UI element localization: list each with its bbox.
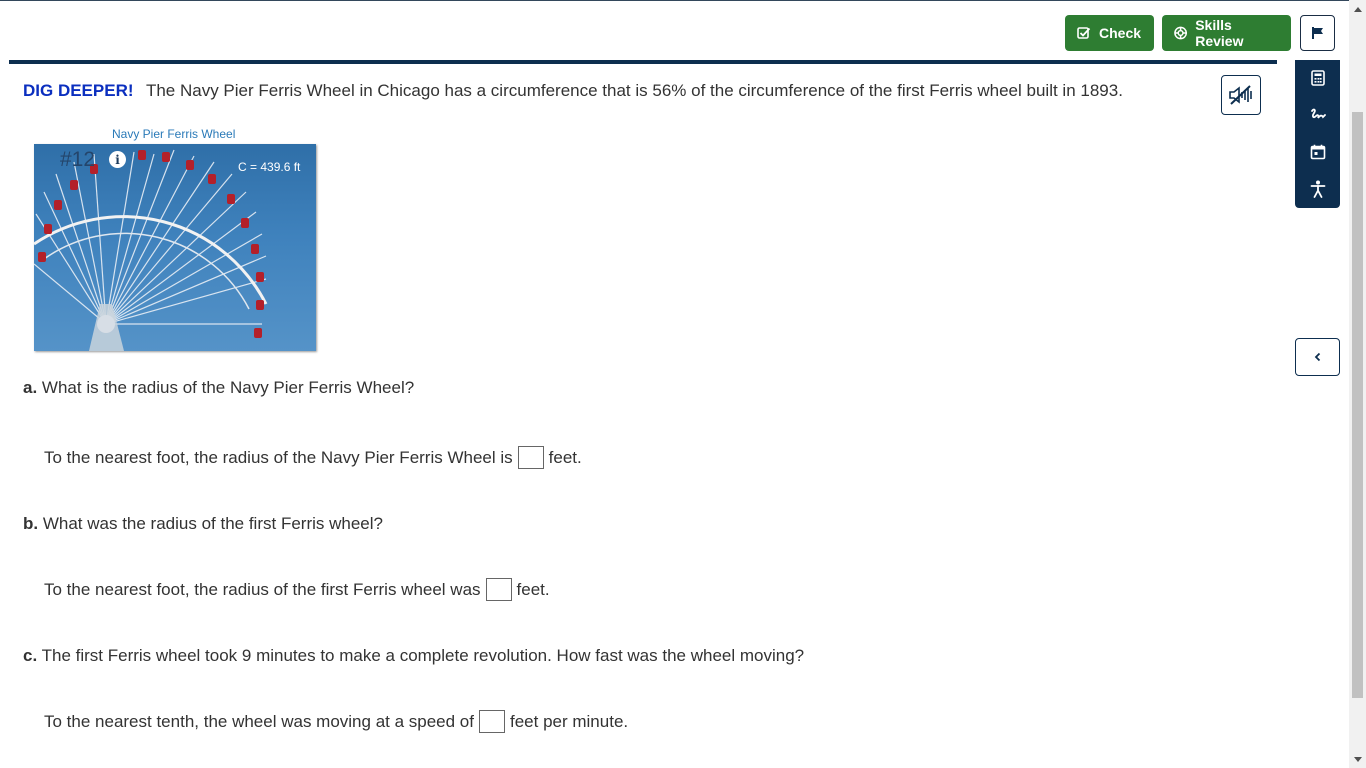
- answer-c-suffix: feet per minute.: [510, 711, 629, 731]
- top-border: [0, 0, 1366, 1]
- scribble-icon: [1310, 108, 1326, 119]
- question-c-letter: c.: [23, 646, 38, 665]
- check-button[interactable]: Check: [1065, 15, 1154, 51]
- skills-review-button[interactable]: Skills Review: [1162, 15, 1291, 51]
- triangle-up-icon: [1353, 6, 1362, 12]
- answer-b-row: To the nearest foot, the radius of the f…: [44, 578, 550, 601]
- accessibility-icon: [1310, 180, 1325, 198]
- dig-deeper-tag: DIG DEEPER!: [23, 81, 134, 100]
- skills-review-label: Skills Review: [1195, 17, 1244, 49]
- question-a-text: What is the radius of the Navy Pier Ferr…: [41, 378, 415, 397]
- answer-c-prefix: To the nearest tenth, the wheel was movi…: [44, 711, 474, 731]
- figure-caption: Navy Pier Ferris Wheel: [112, 127, 236, 141]
- audio-off-icon: [1229, 85, 1252, 105]
- info-icon[interactable]: i: [109, 151, 126, 168]
- question-c-text: The first Ferris wheel took 9 minutes to…: [41, 646, 805, 665]
- scrollbar-thumb[interactable]: [1352, 112, 1363, 698]
- question-b: b. What was the radius of the first Ferr…: [23, 514, 383, 534]
- answer-b-suffix: feet.: [516, 579, 550, 599]
- question-a: a. What is the radius of the Navy Pier F…: [23, 378, 414, 398]
- question-b-text: What was the radius of the first Ferris …: [42, 514, 383, 533]
- flag-icon: [1311, 27, 1323, 39]
- question-b-letter: b.: [23, 514, 39, 533]
- answer-a-row: To the nearest foot, the radius of the N…: [44, 446, 582, 469]
- collapse-panel-button[interactable]: [1295, 338, 1340, 376]
- answer-c-input[interactable]: [479, 710, 505, 733]
- answer-c-row: To the nearest tenth, the wheel was movi…: [44, 710, 628, 733]
- tool-rail: [1295, 60, 1340, 208]
- scribble-button[interactable]: [1295, 100, 1340, 130]
- triangle-down-icon: [1353, 756, 1362, 762]
- ferris-wheel-illustration: [34, 149, 268, 351]
- question-a-letter: a.: [23, 378, 38, 397]
- answer-a-input[interactable]: [517, 446, 544, 469]
- flag-button[interactable]: [1300, 15, 1335, 51]
- ferris-wheel-photo: #12 i C = 439.6 ft: [34, 144, 316, 351]
- calculator-icon: [1310, 70, 1325, 86]
- vertical-scrollbar[interactable]: [1349, 0, 1366, 768]
- answer-a-prefix: To the nearest foot, the radius of the N…: [44, 447, 513, 467]
- lifebuoy-icon: [1174, 26, 1188, 40]
- chevron-left-icon: [1314, 352, 1320, 362]
- problem-text: The Navy Pier Ferris Wheel in Chicago ha…: [145, 81, 1123, 100]
- question-c: c. The first Ferris wheel took 9 minutes…: [23, 646, 804, 666]
- circumference-label: C = 439.6 ft: [238, 160, 301, 174]
- scroll-up-arrow[interactable]: [1349, 0, 1366, 17]
- accessibility-button[interactable]: [1295, 174, 1340, 204]
- check-square-icon: [1077, 27, 1091, 39]
- calculator-button[interactable]: [1295, 63, 1340, 93]
- answer-a-suffix: feet.: [548, 447, 582, 467]
- figure-number: #12: [60, 148, 96, 171]
- header-divider: [9, 60, 1277, 64]
- answer-b-input[interactable]: [485, 578, 512, 601]
- answer-b-prefix: To the nearest foot, the radius of the f…: [44, 579, 481, 599]
- audio-toggle-button[interactable]: [1221, 75, 1261, 115]
- scroll-down-arrow[interactable]: [1349, 751, 1366, 768]
- problem-intro: DIG DEEPER! The Navy Pier Ferris Wheel i…: [23, 81, 1123, 101]
- check-button-label: Check: [1099, 25, 1142, 41]
- calendar-button[interactable]: [1295, 137, 1340, 167]
- calendar-icon: [1310, 144, 1325, 160]
